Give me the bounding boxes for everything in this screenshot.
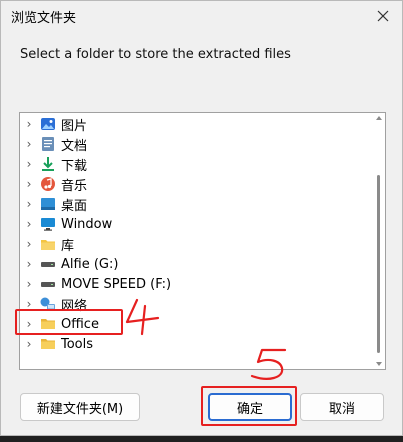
annotation-step-4: 4 (125, 298, 160, 336)
annotation-step-5: 5 (250, 348, 287, 380)
annotation-handwriting: 4 5 (125, 298, 287, 380)
